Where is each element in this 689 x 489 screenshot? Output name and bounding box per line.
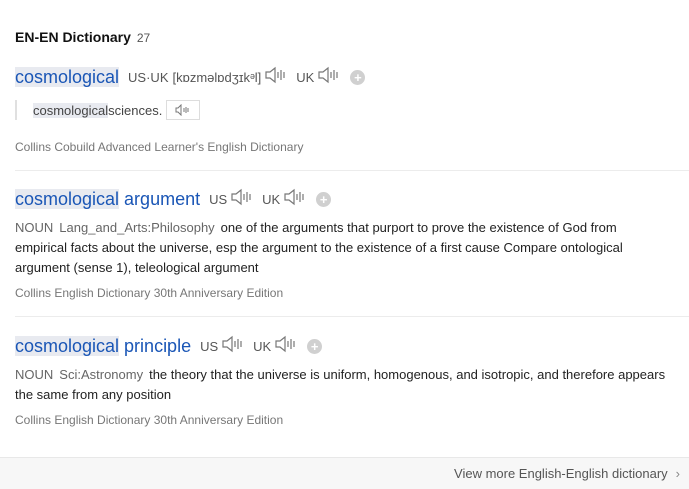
headword-highlight: cosmological: [15, 189, 120, 209]
definition: NOUN Lang_and_Arts:Philosophy one of the a…: [15, 218, 671, 278]
headword-rest: argument: [119, 189, 201, 209]
plus-icon[interactable]: +: [350, 70, 366, 85]
speaker-icon[interactable]: [283, 188, 307, 211]
section-title: EN-EN Dictionary: [15, 29, 131, 45]
speaker-icon[interactable]: [317, 66, 341, 89]
us-uk-label: US·UK: [128, 70, 169, 85]
headword-link[interactable]: cosmological principle: [15, 336, 191, 357]
example-highlight: cosmological: [33, 102, 109, 118]
headword-highlight: cosmological: [15, 336, 120, 356]
headword-rest: principle: [119, 336, 192, 356]
part-of-speech: NOUN: [15, 220, 54, 235]
entry-cosmological: cosmological US·UK [kɒzməlɒdʒɪkᵊl] UK + …: [15, 66, 689, 154]
speaker-icon[interactable]: [230, 188, 254, 211]
uk-label: UK: [296, 70, 315, 85]
source-attribution: Collins English Dictionary 30th Annivers…: [15, 286, 284, 300]
headword-link[interactable]: cosmological: [15, 67, 120, 88]
phonetic: [kɒzməlɒdʒɪkᵊl]: [172, 70, 262, 85]
view-more-label: View more English-English dictionary: [454, 466, 668, 481]
plus-icon[interactable]: +: [307, 339, 323, 354]
source-attribution: Collins Cobuild Advanced Learner's Engli…: [15, 140, 304, 154]
entry-cosmological-principle: cosmological principle US UK + NOUN Sci:A…: [15, 335, 689, 427]
footer-bar: View more English-English dictionary ›: [0, 457, 689, 489]
speaker-icon: [175, 104, 189, 116]
entry-count: 27: [136, 31, 151, 45]
section-header: EN-EN Dictionary 27: [15, 29, 150, 45]
domain-label: Lang_and_Arts:Philosophy: [59, 220, 215, 235]
domain-label: Sci:Astronomy: [59, 367, 144, 382]
entry-headline: cosmological argument US UK +: [15, 188, 689, 211]
speaker-icon[interactable]: [264, 66, 288, 89]
us-label: US: [200, 339, 219, 354]
entry-cosmological-argument: cosmological argument US UK + NOUN Lang_a…: [15, 188, 689, 300]
source-attribution: Collins English Dictionary 30th Annivers…: [15, 413, 284, 427]
headword-highlight: cosmological: [15, 67, 120, 87]
us-label: US: [209, 192, 228, 207]
example-speaker-button[interactable]: [166, 100, 201, 120]
entry-headline: cosmological principle US UK +: [15, 335, 689, 358]
example-sentence: cosmological sciences.: [15, 100, 201, 120]
entry-headline: cosmological US·UK [kɒzməlɒdʒɪkᵊl] UK +: [15, 66, 689, 89]
definition: NOUN Sci:Astronomy the theory that the uni…: [15, 365, 671, 405]
divider: [15, 170, 689, 171]
divider: [15, 316, 689, 317]
view-more-link[interactable]: View more English-English dictionary ›: [454, 466, 680, 481]
speaker-icon[interactable]: [221, 335, 245, 358]
plus-icon[interactable]: +: [316, 192, 332, 207]
part-of-speech: NOUN: [15, 367, 54, 382]
uk-label: UK: [253, 339, 272, 354]
chevron-right-icon: ›: [675, 466, 680, 481]
uk-label: UK: [262, 192, 281, 207]
example-rest: sciences.: [108, 102, 163, 118]
speaker-icon[interactable]: [274, 335, 298, 358]
headword-link[interactable]: cosmological argument: [15, 189, 200, 210]
